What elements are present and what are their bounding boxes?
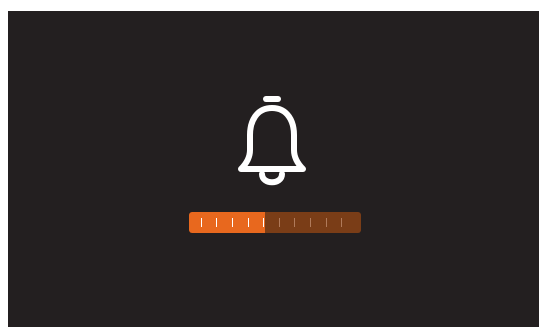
volume-tick	[248, 218, 249, 227]
volume-tick	[216, 218, 217, 227]
volume-tick	[310, 218, 311, 227]
volume-tick	[279, 218, 280, 227]
volume-tick	[232, 218, 233, 227]
volume-tick	[201, 218, 202, 227]
volume-tick	[341, 218, 342, 227]
volume-tick	[294, 218, 295, 227]
volume-overlay	[8, 11, 539, 327]
bell-icon	[238, 96, 306, 186]
volume-ticks	[189, 212, 361, 233]
volume-bar[interactable]	[189, 212, 361, 233]
volume-tick	[263, 218, 264, 227]
volume-tick	[326, 218, 327, 227]
